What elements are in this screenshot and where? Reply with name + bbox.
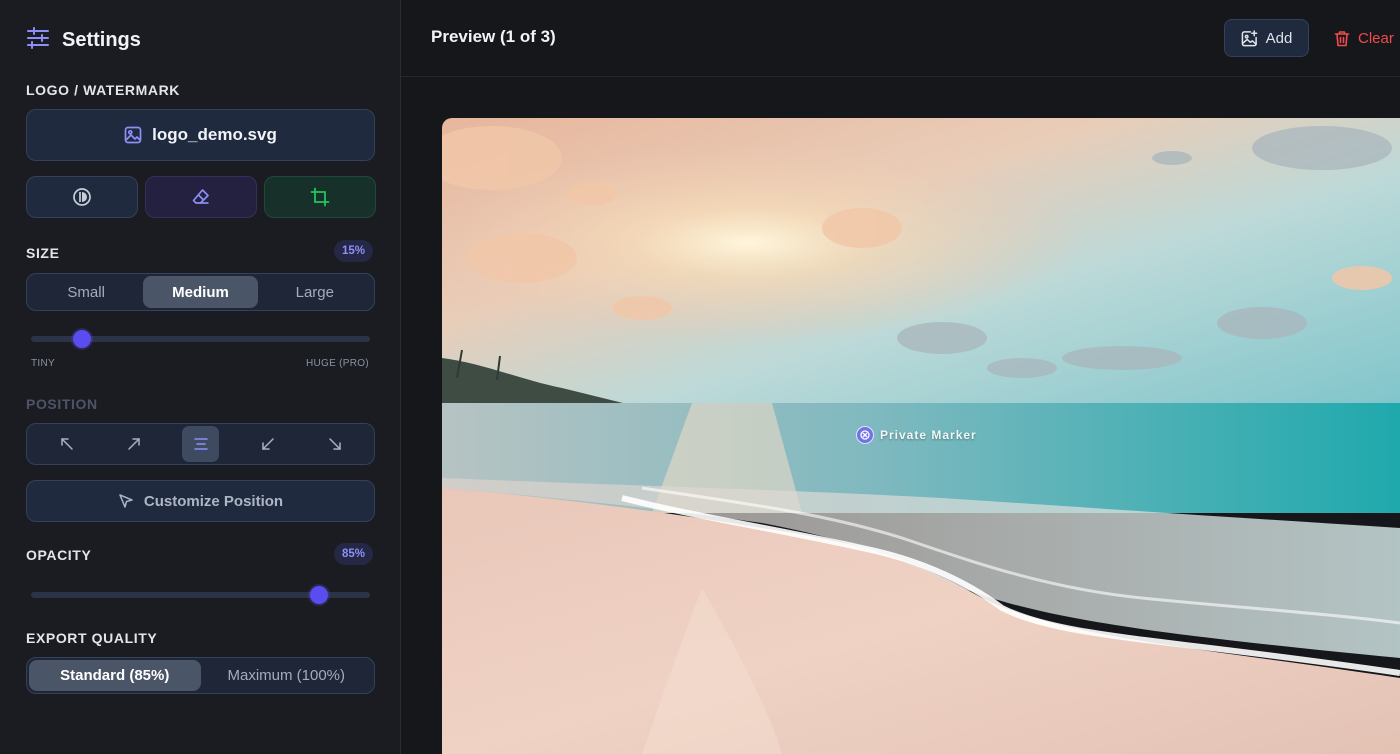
- eraser-icon: [191, 187, 211, 207]
- opacity-slider[interactable]: [31, 586, 370, 604]
- preview-canvas[interactable]: Private Marker: [442, 118, 1400, 754]
- position-bottom-right-button[interactable]: [316, 426, 353, 462]
- watermark-logo-icon: [856, 426, 874, 444]
- size-slider-thumb[interactable]: [72, 330, 91, 348]
- settings-sidebar: Settings LOGO / WATERMARK logo_demo.svg: [0, 0, 401, 754]
- size-max-caption: HUGE (PRO): [306, 358, 369, 369]
- clear-label: Clear: [1358, 29, 1394, 47]
- size-option-large[interactable]: Large: [258, 276, 372, 308]
- position-top-left-button[interactable]: [48, 426, 85, 462]
- image-plus-icon: [1241, 29, 1258, 47]
- size-option-medium[interactable]: Medium: [143, 276, 258, 308]
- sidebar-header: Settings: [26, 26, 141, 54]
- crop-button[interactable]: [264, 176, 376, 218]
- clear-button[interactable]: Clear: [1334, 19, 1394, 57]
- remove-background-button[interactable]: [145, 176, 257, 218]
- logo-section-label: LOGO / WATERMARK: [26, 82, 180, 98]
- size-slider[interactable]: [31, 330, 370, 348]
- watermark-text: Private Marker: [880, 428, 977, 442]
- export-quality-control: Standard (85%) Maximum (100%): [26, 657, 375, 694]
- image-icon: [124, 126, 142, 144]
- size-min-caption: TINY: [31, 358, 55, 369]
- contrast-icon: [72, 187, 92, 207]
- export-section-label: EXPORT QUALITY: [26, 630, 158, 646]
- add-image-button[interactable]: Add: [1224, 19, 1309, 57]
- opacity-slider-thumb[interactable]: [310, 586, 329, 604]
- crop-icon: [310, 187, 330, 207]
- arrow-up-left-icon: [60, 437, 74, 451]
- position-bottom-left-button[interactable]: [249, 426, 286, 462]
- size-value-badge: 15%: [333, 240, 373, 262]
- size-segmented-control: Small Medium Large: [26, 273, 375, 311]
- opacity-section-label: OPACITY: [26, 547, 92, 563]
- export-option-maximum[interactable]: Maximum (100%): [201, 660, 373, 691]
- arrow-up-right-icon: [127, 437, 141, 451]
- trash-icon: [1334, 30, 1350, 47]
- arrow-down-right-icon: [328, 437, 342, 451]
- position-selector: [26, 423, 375, 465]
- size-option-small[interactable]: Small: [29, 276, 143, 308]
- align-center-icon: [193, 436, 209, 452]
- add-label: Add: [1265, 29, 1293, 47]
- sliders-icon: [26, 26, 50, 54]
- position-center-button[interactable]: [182, 426, 219, 462]
- preview-topbar: Preview (1 of 3) Add Clear: [401, 0, 1400, 77]
- invert-button[interactable]: [26, 176, 138, 218]
- logo-file-button[interactable]: logo_demo.svg: [26, 109, 375, 161]
- arrow-down-left-icon: [261, 437, 275, 451]
- size-section-label: SIZE: [26, 245, 60, 261]
- customize-position-label: Customize Position: [143, 492, 284, 510]
- opacity-value-badge: 85%: [333, 543, 373, 565]
- logo-file-name: logo_demo.svg: [152, 125, 277, 144]
- export-option-standard[interactable]: Standard (85%): [29, 660, 201, 691]
- sidebar-title: Settings: [62, 28, 141, 51]
- watermark-marker[interactable]: Private Marker: [856, 426, 977, 444]
- preview-title: Preview (1 of 3): [431, 27, 556, 46]
- position-top-right-button[interactable]: [115, 426, 152, 462]
- position-section-label: POSITION: [26, 396, 98, 412]
- customize-position-button[interactable]: Customize Position: [26, 480, 375, 522]
- cursor-arrow-icon: [118, 493, 134, 509]
